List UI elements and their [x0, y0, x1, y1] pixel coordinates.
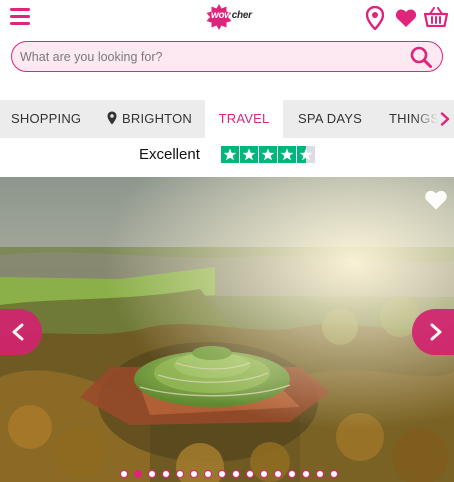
chevron-right-icon: [430, 323, 442, 341]
carousel-dot[interactable]: [204, 470, 212, 478]
rating-label: Excellent: [139, 146, 200, 163]
search-bar: [11, 41, 443, 72]
tab-label: TRAVEL: [218, 111, 270, 126]
carousel-dot[interactable]: [260, 470, 268, 478]
star-icon: [221, 146, 239, 163]
search-icon[interactable]: [409, 45, 433, 69]
carousel-dot[interactable]: [148, 470, 156, 478]
category-tabs: SHOPPING BRIGHTON TRAVEL SPA DAYS THINGS: [0, 100, 454, 138]
save-favourite-heart-icon[interactable]: [424, 189, 448, 211]
half-star-icon: [297, 146, 315, 163]
carousel-dot[interactable]: [302, 470, 310, 478]
search-input[interactable]: [20, 47, 400, 66]
hero-image: [0, 177, 454, 482]
carousel-dot[interactable]: [316, 470, 324, 478]
tab-brighton[interactable]: BRIGHTON: [107, 100, 192, 138]
carousel-dot[interactable]: [218, 470, 226, 478]
star-icon: [259, 146, 277, 163]
carousel-dot[interactable]: [120, 470, 128, 478]
tab-spa-days[interactable]: SPA DAYS: [298, 100, 362, 138]
chevron-left-icon: [12, 323, 24, 341]
map-pin-icon[interactable]: [366, 6, 384, 30]
logo-text: wowcher: [211, 10, 252, 21]
map-pin-icon: [107, 111, 117, 125]
tab-label: SPA DAYS: [298, 111, 362, 126]
carousel-dot[interactable]: [330, 470, 338, 478]
hamburger-menu-icon[interactable]: [10, 8, 30, 26]
carousel-dot[interactable]: [288, 470, 296, 478]
carousel-dot[interactable]: [246, 470, 254, 478]
top-bar: wowcher: [0, 0, 454, 38]
carousel-dot[interactable]: [274, 470, 282, 478]
star-icon: [240, 146, 258, 163]
tab-travel[interactable]: TRAVEL: [205, 100, 283, 138]
trust-rating: Excellent: [0, 140, 454, 172]
tab-shopping[interactable]: SHOPPING: [11, 100, 81, 138]
carousel-dot[interactable]: [190, 470, 198, 478]
star-icon: [278, 146, 296, 163]
carousel-dot[interactable]: [176, 470, 184, 478]
wowcher-logo[interactable]: wowcher: [206, 4, 254, 30]
tab-label: SHOPPING: [11, 111, 82, 126]
carousel-dot[interactable]: [134, 470, 142, 478]
tab-label: BRIGHTON: [122, 111, 192, 126]
carousel-dot[interactable]: [162, 470, 170, 478]
star-rating: [221, 146, 316, 163]
chevron-right-icon[interactable]: [440, 112, 450, 126]
carousel-dot[interactable]: [232, 470, 240, 478]
deal-image-carousel[interactable]: [0, 177, 454, 482]
next-slide-button[interactable]: [412, 309, 454, 355]
shopping-basket-icon[interactable]: [424, 7, 448, 27]
heart-icon[interactable]: [395, 8, 417, 28]
